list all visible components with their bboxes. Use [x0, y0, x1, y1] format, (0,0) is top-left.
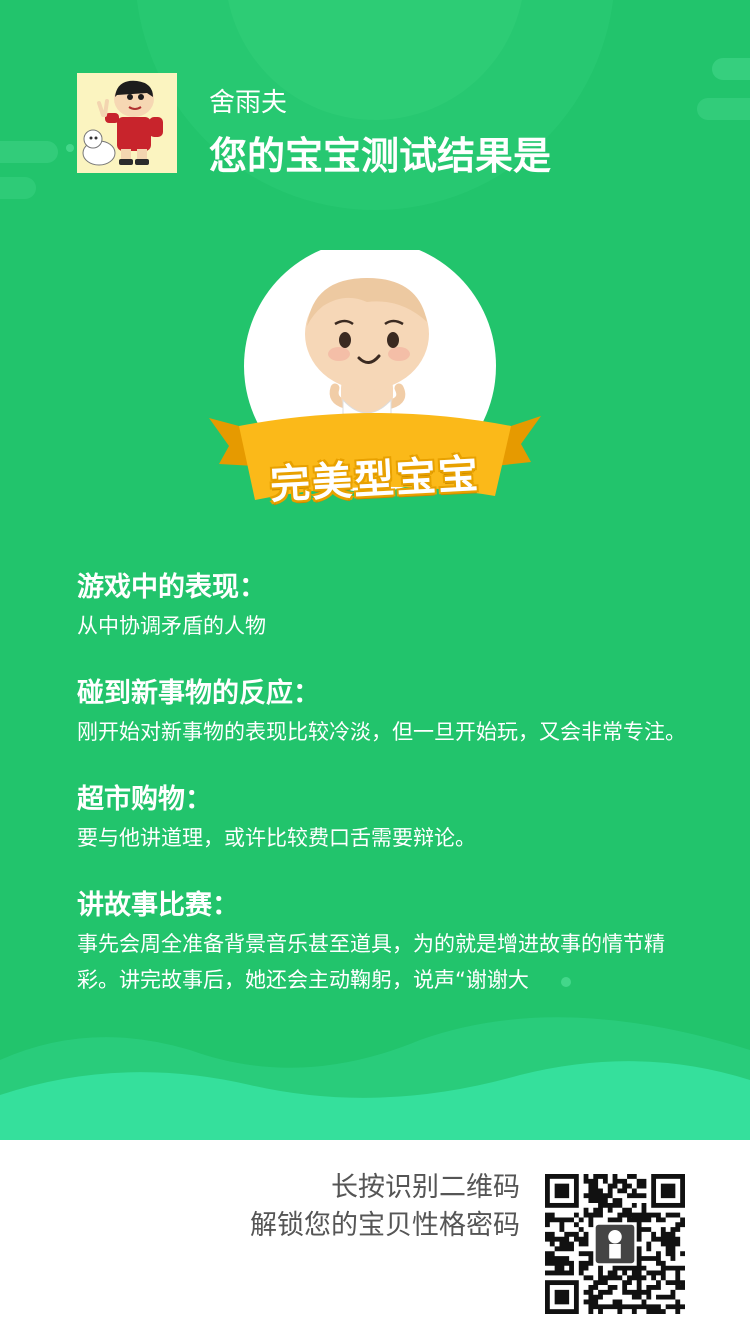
unlock-text: 解锁您的宝贝性格密码: [250, 1210, 520, 1241]
section-title: 碰到新事物的反应：: [77, 678, 320, 709]
user-name: 舍雨夫: [209, 88, 288, 118]
section-body: 从中协调矛盾的人物: [77, 614, 266, 638]
result-headline: 您的宝宝测试结果是: [209, 134, 552, 178]
share-footer: 长按识别二维码 解锁您的宝贝性格密码: [0, 1140, 750, 1334]
section-supermarket: 超市购物： 要与他讲道理，或许比较费口舌需要辩论。: [77, 780, 697, 856]
section-title: 讲故事比赛：: [77, 890, 239, 921]
section-game-behavior: 游戏中的表现： 从中协调矛盾的人物: [77, 568, 697, 644]
section-body: 刚开始对新事物的表现比较冷淡，但一旦开始玩，又会非常专注。: [77, 720, 686, 744]
result-details: 游戏中的表现： 从中协调矛盾的人物 碰到新事物的反应： 刚开始对新事物的表现比较…: [77, 568, 697, 1028]
section-storytelling: 讲故事比赛： 事先会周全准备背景音乐甚至道具，为的就是增进故事的情节精彩。讲完故…: [77, 886, 697, 998]
cartoon-boy-with-dog-icon: [77, 73, 177, 173]
section-new-things: 碰到新事物的反应： 刚开始对新事物的表现比较冷淡，但一旦开始玩，又会非常专注。: [77, 674, 697, 750]
user-avatar: [77, 73, 177, 173]
result-poster: 舍雨夫 您的宝宝测试结果是 完美型宝宝 游戏中的表现： 从中协调矛盾的人物 碰到…: [0, 0, 750, 1140]
section-body: 事先会周全准备背景音乐甚至道具，为的就是增进故事的情节精彩。讲完故事后，她还会主…: [77, 932, 665, 992]
section-title: 超市购物：: [77, 784, 212, 815]
bottom-wave-decoration: [0, 1017, 750, 1140]
section-body: 要与他讲道理，或许比较费口舌需要辩论。: [77, 826, 476, 850]
qr-code-icon[interactable]: [545, 1174, 685, 1314]
section-title: 游戏中的表现：: [77, 572, 266, 603]
scan-instruction: 长按识别二维码: [331, 1172, 520, 1203]
result-badge: 完美型宝宝: [195, 250, 555, 520]
